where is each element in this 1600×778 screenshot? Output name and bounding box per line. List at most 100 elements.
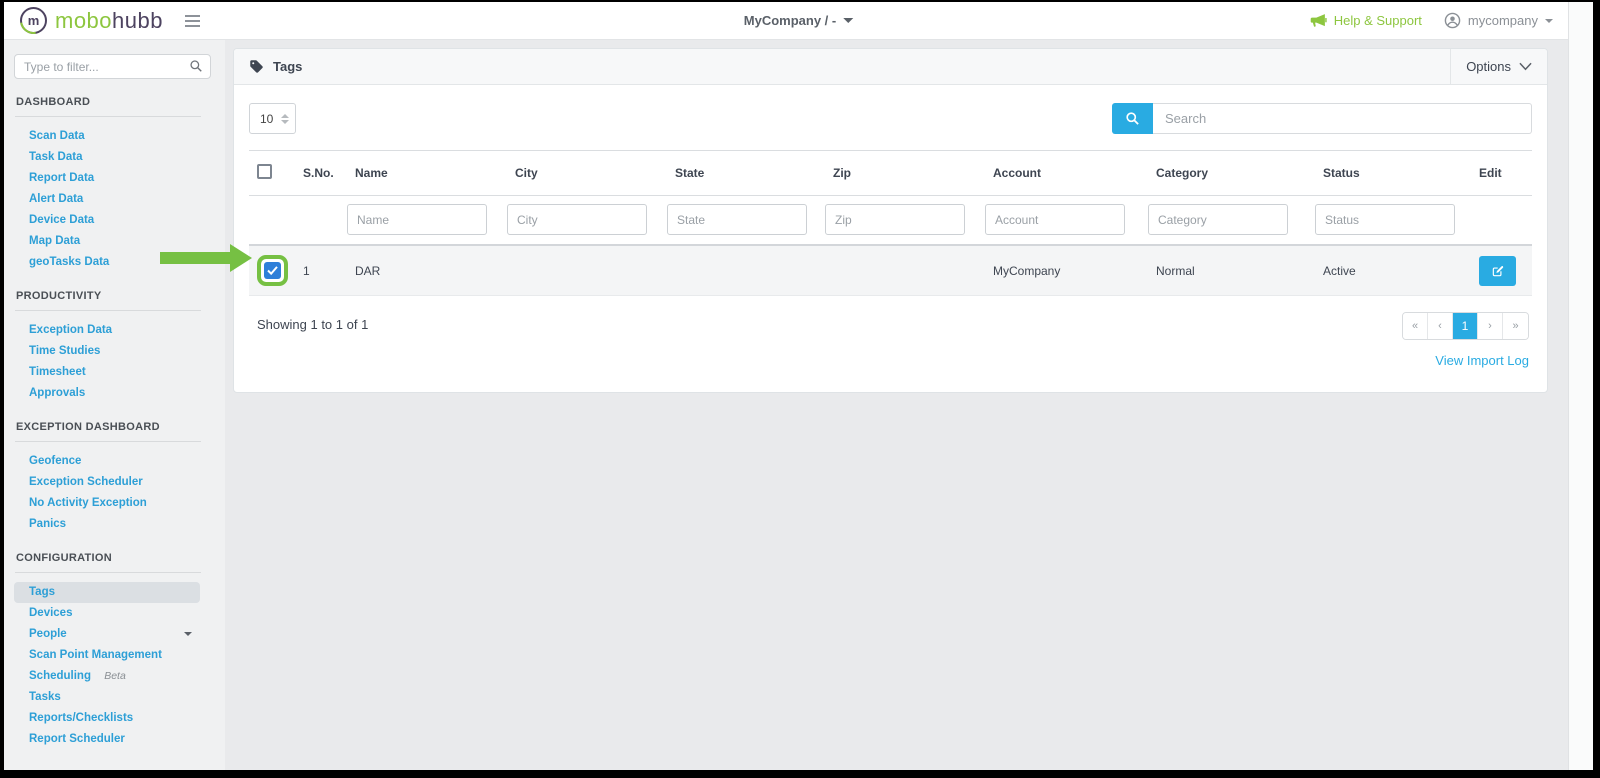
pagination-next-button[interactable]: › [1478,313,1503,339]
logo-green-arc [15,2,53,39]
pagination-first-button[interactable]: « [1403,313,1428,339]
filter-account-input[interactable] [985,204,1125,235]
chevron-down-icon [1545,19,1553,23]
search-icon [1125,111,1140,126]
sidebar-item-scheduling[interactable]: Scheduling Beta [14,666,200,687]
edit-row-button[interactable] [1479,256,1516,286]
section-title: CONFIGURATION [4,552,225,564]
sidebar-item-no-activity-exception[interactable]: No Activity Exception [14,493,200,514]
sidebar-filter-input[interactable] [14,54,211,79]
sidebar-item-device-data[interactable]: Device Data [14,210,200,231]
cell-category: Normal [1148,245,1315,296]
sidebar-item-timesheet[interactable]: Timesheet [14,362,200,383]
options-label: Options [1466,59,1511,74]
chevron-down-icon [843,18,853,23]
sidebar-item-scan-point-management[interactable]: Scan Point Management [14,645,200,666]
panel-title-label: Tags [273,59,302,74]
section-title: DASHBOARD [4,96,225,108]
help-support-link[interactable]: Help & Support [1310,13,1422,28]
company-selector-dropdown[interactable]: MyCompany / - [744,13,853,28]
sidebar: DASHBOARD Scan Data Task Data Report Dat… [4,40,225,770]
sidebar-item-tags[interactable]: Tags [14,582,200,603]
sidebar-section-configuration: CONFIGURATION Tags Devices People Scan P… [4,552,225,750]
filter-category-input[interactable] [1148,204,1288,235]
cell-city [507,245,667,296]
pagination-page-1-button[interactable]: 1 [1453,313,1478,339]
search-input[interactable] [1153,103,1532,134]
sidebar-item-geofence[interactable]: Geofence [14,451,200,472]
sidebar-item-panics[interactable]: Panics [14,514,200,535]
table-controls: 10 [249,103,1532,134]
help-support-label: Help & Support [1334,13,1422,28]
sidebar-item-exception-scheduler[interactable]: Exception Scheduler [14,472,200,493]
pagination-last-button[interactable]: » [1503,313,1528,339]
sidebar-item-reports-checklists[interactable]: Reports/Checklists [14,708,200,729]
sidebar-item-approvals[interactable]: Approvals [14,383,200,404]
column-header-zip: Zip [825,151,985,196]
sidebar-section-productivity: PRODUCTIVITY Exception Data Time Studies… [4,290,225,404]
sidebar-item-alert-data[interactable]: Alert Data [14,189,200,210]
import-log-row: View Import Log [249,352,1532,370]
chevron-down-icon [1519,62,1532,71]
table-filter-row [249,196,1532,246]
sidebar-item-scan-data[interactable]: Scan Data [14,126,200,147]
top-navbar: m mobohubb MyCompany / - Help & Support [4,2,1593,40]
results-summary: Showing 1 to 1 of 1 [257,312,368,332]
sidebar-item-tasks[interactable]: Tasks [14,687,200,708]
mobohubb-logo-icon: m [20,7,47,34]
brand-logo[interactable]: m mobohubb [20,7,163,34]
select-all-checkbox[interactable] [257,164,272,179]
table-row: 1 DAR MyCompany Normal Active [249,245,1532,296]
column-header-city: City [507,151,667,196]
divider [15,441,201,442]
check-icon [267,266,278,275]
sidebar-item-label: People [29,628,67,640]
user-account-dropdown[interactable]: mycompany [1444,12,1553,29]
filter-zip-input[interactable] [825,204,965,235]
tags-panel: Tags Options 10 [233,48,1548,393]
app-window: m mobohubb MyCompany / - Help & Support [4,2,1593,770]
filter-name-input[interactable] [347,204,487,235]
divider [15,572,201,573]
page-size-select[interactable]: 10 [249,103,296,134]
sidebar-item-time-studies[interactable]: Time Studies [14,341,200,362]
cell-account: MyCompany [985,245,1148,296]
sidebar-section-exception-dashboard: EXCEPTION DASHBOARD Geofence Exception S… [4,421,225,535]
sidebar-item-report-data[interactable]: Report Data [14,168,200,189]
filter-state-input[interactable] [667,204,807,235]
column-header-edit: Edit [1471,151,1532,196]
panel-title: Tags [234,49,302,84]
vertical-scrollbar[interactable] [1568,2,1593,770]
brand-wordmark: mobohubb [55,8,163,34]
view-import-log-link[interactable]: View Import Log [1435,353,1529,368]
column-header-account: Account [985,151,1148,196]
panel-header: Tags Options [234,49,1547,85]
filter-city-input[interactable] [507,204,647,235]
tag-icon [249,59,264,74]
column-header-sno: S.No. [295,151,347,196]
sidebar-item-label: Scheduling [29,670,91,682]
search-button[interactable] [1112,103,1153,134]
user-account-label: mycompany [1468,13,1538,28]
annotation-arrow-icon [160,244,252,272]
sidebar-item-task-data[interactable]: Task Data [14,147,200,168]
sidebar-item-people[interactable]: People [14,624,200,645]
filter-status-input[interactable] [1315,204,1455,235]
cell-name: DAR [347,245,507,296]
chevron-down-icon [184,632,192,636]
section-title: EXCEPTION DASHBOARD [4,421,225,433]
cell-zip [825,245,985,296]
section-title: PRODUCTIVITY [4,290,225,302]
cell-sno: 1 [295,245,347,296]
page-size-value: 10 [260,112,273,126]
sidebar-filter [14,54,211,79]
column-header-name: Name [347,151,507,196]
sidebar-toggle-hamburger-icon[interactable] [185,15,200,27]
row-checkbox-checked[interactable] [264,262,281,279]
pagination-prev-button[interactable]: ‹ [1428,313,1453,339]
sidebar-item-exception-data[interactable]: Exception Data [14,320,200,341]
sidebar-item-devices[interactable]: Devices [14,603,200,624]
options-dropdown-button[interactable]: Options [1450,49,1547,84]
cell-edit [1471,245,1532,296]
sidebar-item-report-scheduler[interactable]: Report Scheduler [14,729,200,750]
